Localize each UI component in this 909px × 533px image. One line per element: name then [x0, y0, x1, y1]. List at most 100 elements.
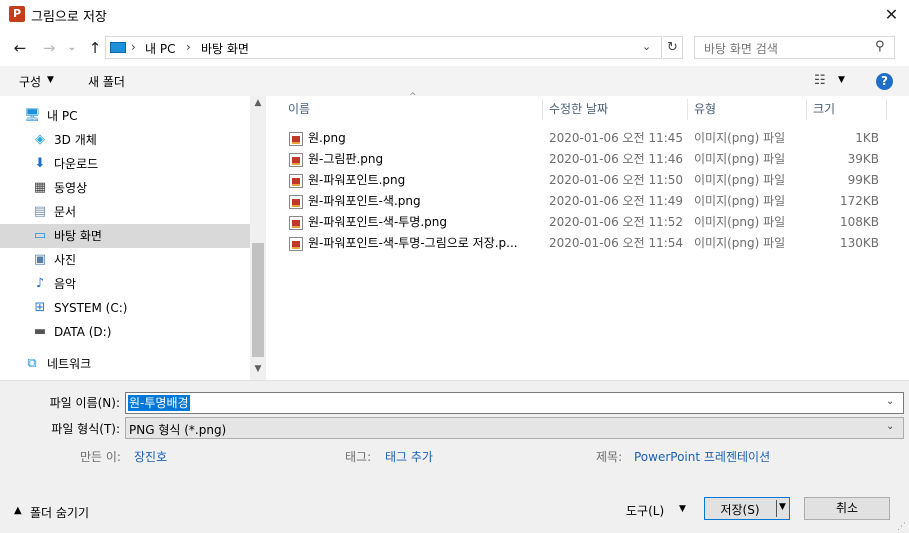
file-date: 2020-01-06 오전 11:54 — [549, 236, 684, 250]
pc-icon: 🖥 — [24, 108, 41, 123]
file-size: 99KB — [847, 173, 879, 187]
file-row[interactable]: 원-그림판.png 2020-01-06 오전 11:46 이미지(png) 파… — [286, 149, 886, 170]
back-arrow-icon[interactable]: ← — [9, 37, 31, 59]
column-divider[interactable] — [687, 99, 688, 120]
file-row[interactable]: 원.png 2020-01-06 오전 11:45 이미지(png) 파일 1K… — [286, 128, 886, 149]
breadcrumb-desktop[interactable]: 바탕 화면 — [201, 40, 249, 57]
column-header-type[interactable]: 유형 — [694, 96, 804, 122]
filename-value[interactable]: 원-투명배경 — [128, 395, 190, 411]
file-type: 이미지(png) 파일 — [694, 152, 786, 166]
file-type: 이미지(png) 파일 — [694, 236, 786, 250]
document-icon: ▤ — [33, 204, 47, 219]
resize-grip-icon[interactable]: ⋰ — [897, 522, 906, 532]
column-divider[interactable] — [542, 99, 543, 120]
hide-folders-button[interactable]: 폴더 숨기기 — [30, 504, 89, 521]
search-input[interactable]: 바탕 화면 검색 ⚲ — [694, 36, 895, 59]
save-options-panel: 파일 이름(N): 원-투명배경 ⌄ 파일 형식(T): PNG 형식 (*.p… — [0, 380, 909, 533]
sidebar-item-label: 3D 개체 — [54, 133, 97, 147]
tools-dropdown-icon[interactable]: ▼ — [679, 504, 686, 514]
file-type: 이미지(png) 파일 — [694, 131, 786, 145]
filename-dropdown-chevron-icon[interactable]: ⌄ — [886, 396, 894, 407]
address-bar[interactable]: › 내 PC › 바탕 화면 ⌄ — [105, 36, 662, 59]
file-name: 원-파워포인트-색-투명-그림으로 저장.p... — [308, 236, 518, 250]
filetype-select[interactable]: PNG 형식 (*.png) ⌄ — [125, 417, 904, 439]
help-icon[interactable]: ? — [876, 73, 893, 90]
column-header-date-modified[interactable]: 수정한 날짜 — [549, 96, 684, 122]
sidebar-item-documents[interactable]: ▤ 문서 — [0, 200, 250, 224]
powerpoint-app-icon: P — [9, 6, 25, 22]
tools-button[interactable]: 도구(L) — [626, 502, 664, 519]
sidebar-item-drive-d[interactable]: ▬ DATA (D:) — [0, 320, 250, 344]
file-name: 원-파워포인트.png — [308, 173, 406, 187]
breadcrumb-separator-icon[interactable]: › — [131, 40, 136, 54]
tags-label: 태그: — [345, 450, 372, 464]
address-dropdown-chevron-icon[interactable]: ⌄ — [642, 40, 651, 53]
file-row[interactable]: 원-파워포인트-색-투명-그림으로 저장.p... 2020-01-06 오전 … — [286, 233, 886, 254]
sidebar-item-videos[interactable]: ▦ 동영상 — [0, 176, 250, 200]
sidebar-item-3d-objects[interactable]: ◈ 3D 개체 — [0, 128, 250, 152]
file-row[interactable]: 원-파워포인트-색.png 2020-01-06 오전 11:49 이미지(pn… — [286, 191, 886, 212]
file-size: 108KB — [839, 215, 879, 229]
save-button[interactable]: 저장(S) ▼ — [704, 497, 790, 520]
column-header-size[interactable]: 크기 — [813, 96, 883, 122]
column-divider[interactable] — [886, 99, 887, 120]
scroll-up-arrow-icon[interactable]: ▲ — [250, 98, 266, 108]
organize-button[interactable]: 구성 — [19, 73, 41, 90]
up-arrow-icon[interactable]: ↑ — [84, 37, 106, 59]
filename-input[interactable]: 원-투명배경 ⌄ — [125, 392, 904, 414]
title-bar: P 그림으로 저장 ✕ — [0, 0, 909, 30]
sidebar-item-music[interactable]: ♪ 음악 — [0, 272, 250, 296]
refresh-icon[interactable]: ↻ — [663, 36, 683, 59]
save-options-dropdown-icon[interactable]: ▼ — [779, 502, 786, 512]
window-title: 그림으로 저장 — [31, 10, 107, 25]
sidebar-item-label: 동영상 — [54, 181, 88, 195]
png-file-icon — [289, 237, 303, 251]
file-row[interactable]: 원-파워포인트.png 2020-01-06 오전 11:50 이미지(png)… — [286, 170, 886, 191]
sidebar-item-desktop[interactable]: ▭ 바탕 화면 — [0, 224, 250, 248]
music-icon: ♪ — [35, 276, 45, 291]
sidebar-item-pictures[interactable]: ▣ 사진 — [0, 248, 250, 272]
sidebar-item-drive-c[interactable]: ⊞ SYSTEM (C:) — [0, 296, 250, 320]
sidebar-item-this-pc[interactable]: 🖥 내 PC — [0, 104, 250, 128]
new-folder-button[interactable]: 새 폴더 — [88, 73, 125, 90]
pictures-icon: ▣ — [33, 252, 47, 267]
navigation-pane: 🖥 내 PC ◈ 3D 개체 ⬇ 다운로드 ▦ 동영상 ▤ 문서 ▭ 바탕 화면… — [0, 96, 266, 380]
hide-folders-chevron-icon[interactable]: ▲ — [14, 505, 22, 516]
organize-dropdown-icon[interactable]: ▼ — [47, 75, 54, 85]
search-placeholder: 바탕 화면 검색 — [704, 42, 778, 56]
toolbar: 구성 ▼ 새 폴더 ☷ ▼ — [0, 66, 909, 96]
sidebar-item-label: 다운로드 — [54, 157, 99, 171]
close-button[interactable]: ✕ — [874, 0, 909, 30]
author-value[interactable]: 장진호 — [134, 448, 167, 465]
forward-arrow-icon[interactable]: → — [38, 37, 60, 59]
png-file-icon — [289, 216, 303, 230]
column-divider[interactable] — [806, 99, 807, 120]
scroll-down-arrow-icon[interactable]: ▼ — [250, 364, 266, 374]
file-name: 원-파워포인트-색.png — [308, 194, 421, 208]
filetype-dropdown-chevron-icon[interactable]: ⌄ — [886, 421, 894, 432]
file-row[interactable]: 원-파워포인트-색-투명.png 2020-01-06 오전 11:52 이미지… — [286, 212, 886, 233]
tags-value[interactable]: 태그 추가 — [385, 448, 433, 465]
sidebar-item-network[interactable]: ⧉ 네트워크 — [0, 352, 250, 376]
sidebar-item-downloads[interactable]: ⬇ 다운로드 — [0, 152, 250, 176]
scrollbar-thumb[interactable] — [252, 243, 264, 357]
cancel-button[interactable]: 취소 — [804, 497, 890, 520]
breadcrumb-separator-icon[interactable]: › — [186, 40, 191, 54]
file-date: 2020-01-06 오전 11:45 — [549, 131, 684, 145]
title-value[interactable]: PowerPoint 프레젠테이션 — [634, 448, 770, 465]
column-header-name[interactable]: 이름 — [288, 96, 538, 122]
file-size: 130KB — [839, 236, 879, 250]
sidebar-item-label: 바탕 화면 — [54, 229, 102, 243]
view-dropdown-icon[interactable]: ▼ — [838, 75, 845, 85]
save-button-label: 저장(S) — [720, 503, 760, 517]
file-type: 이미지(png) 파일 — [694, 194, 786, 208]
network-icon: ⧉ — [27, 356, 37, 371]
video-icon: ▦ — [33, 180, 47, 195]
author-label: 만든 이: — [80, 450, 121, 464]
file-name: 원.png — [308, 131, 346, 145]
recent-locations-chevron-icon[interactable]: ⌄ — [64, 37, 80, 59]
search-icon[interactable]: ⚲ — [875, 39, 885, 54]
view-options-icon[interactable]: ☷ — [814, 73, 826, 88]
breadcrumb-this-pc[interactable]: 내 PC — [145, 40, 175, 57]
sidebar-item-label: 네트워크 — [47, 357, 92, 371]
